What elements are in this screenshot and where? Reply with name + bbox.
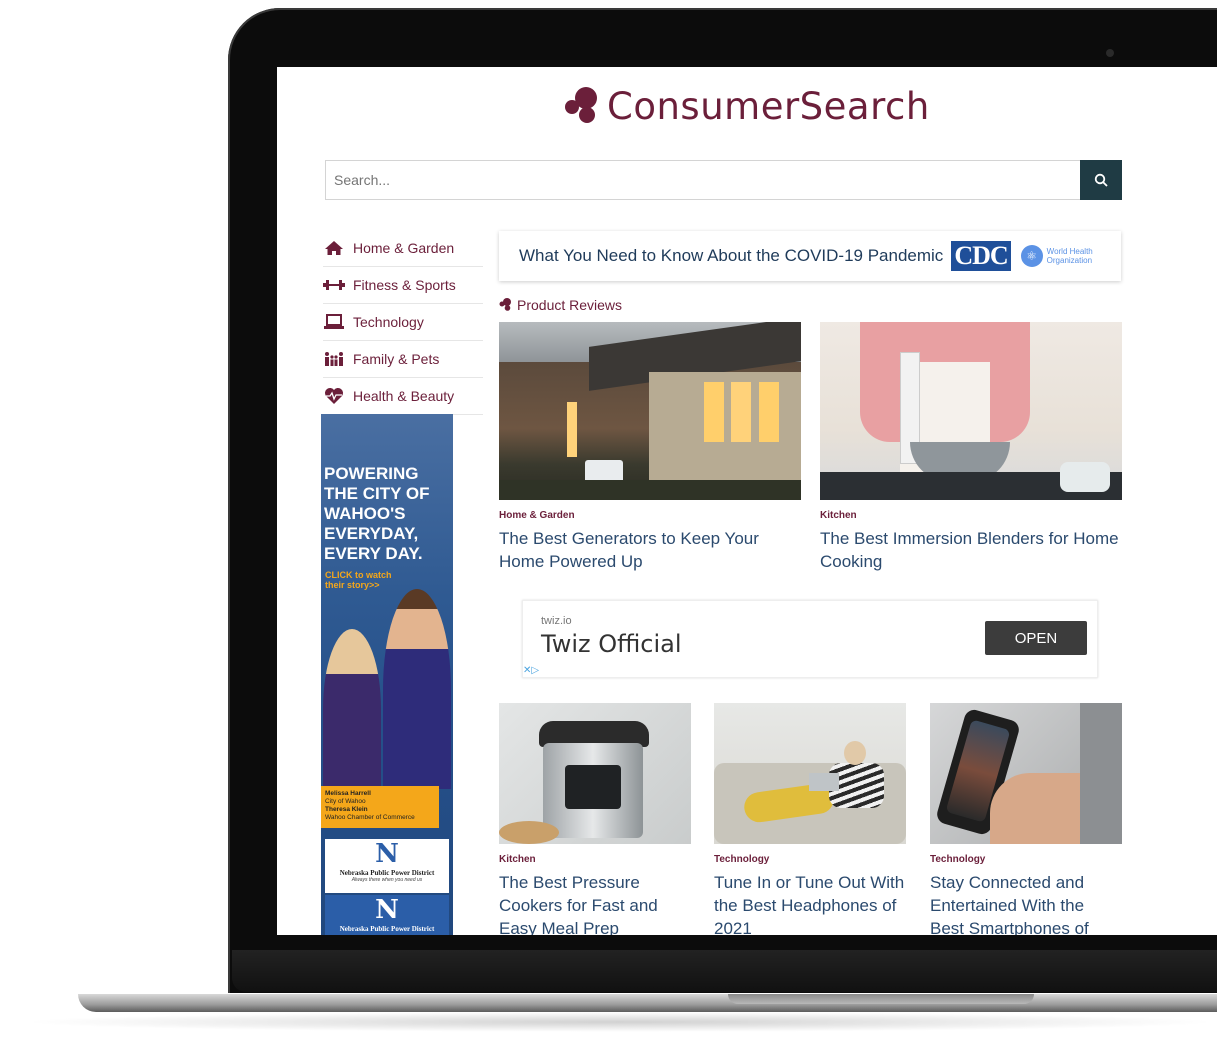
ad-caption: Melissa Harrell City of Wahoo Theresa Kl… (321, 786, 439, 828)
laptop-chin (232, 950, 1217, 992)
ad-person-photo (323, 629, 381, 789)
article-image (820, 322, 1122, 500)
article-card[interactable]: Home & Garden The Best Generators to Kee… (499, 322, 801, 573)
search-button[interactable] (1080, 160, 1122, 200)
house-icon (323, 239, 345, 257)
family-icon (323, 350, 345, 368)
article-card[interactable]: Kitchen The Best Immersion Blenders for … (820, 322, 1122, 573)
article-title[interactable]: Stay Connected and Entertained With the … (930, 871, 1122, 935)
ad-title: Twiz Official (541, 630, 682, 658)
camera-icon (1106, 49, 1114, 57)
sidebar-item-label: Home & Garden (353, 240, 455, 256)
laptop-base-notch (728, 994, 1034, 1004)
browser-screen: ConsumerSearch Home & Garden Fitness & S… (277, 67, 1217, 935)
dumbbell-icon (323, 276, 345, 294)
article-title[interactable]: The Best Pressure Cookers for Fast and E… (499, 871, 691, 935)
search-input[interactable] (326, 161, 1121, 199)
sidebar-item-family-pets[interactable]: Family & Pets (323, 341, 483, 378)
laptop-base (78, 994, 1217, 1012)
ad-cta: CLICK to watch their story>> (325, 570, 392, 590)
site-logo[interactable]: ConsumerSearch (565, 85, 930, 128)
logo-dots-icon (565, 86, 603, 127)
logo-text: ConsumerSearch (607, 85, 930, 128)
article-image (499, 322, 801, 500)
sidebar-item-label: Family & Pets (353, 351, 440, 367)
article-category: Kitchen (820, 510, 857, 521)
ad-domain: twiz.io (541, 615, 572, 627)
sidebar-item-home-garden[interactable]: Home & Garden (323, 230, 483, 267)
article-category: Technology (930, 854, 986, 865)
sidebar-item-health-beauty[interactable]: Health & Beauty (323, 378, 483, 415)
sidebar-item-label: Fitness & Sports (353, 277, 456, 293)
adchoices-icon[interactable]: ✕▷ (523, 665, 539, 676)
covid-banner-text: What You Need to Know About the COVID-19… (519, 246, 944, 265)
ad-open-button[interactable]: OPEN (985, 621, 1087, 655)
sidebar-item-label: Health & Beauty (353, 388, 455, 404)
article-image (499, 703, 691, 844)
ad-person-photo (383, 589, 451, 789)
laptop-icon (323, 313, 345, 331)
heartbeat-icon (323, 387, 345, 405)
search-bar (325, 160, 1121, 200)
article-card[interactable]: Technology Stay Connected and Entertaine… (930, 703, 1122, 935)
category-sidebar: Home & Garden Fitness & Sports Technolog… (323, 230, 483, 415)
who-emblem-icon: ⚛ (1020, 245, 1043, 267)
article-image (714, 703, 906, 844)
who-logo: ⚛ World Health Organization (1020, 245, 1093, 267)
section-heading: Product Reviews (499, 297, 622, 313)
article-title[interactable]: The Best Generators to Keep Your Home Po… (499, 527, 801, 573)
laptop-shadow (20, 1012, 1217, 1032)
article-image (930, 703, 1122, 844)
ad-headline: POWERING THE CITY OF WAHOO'S EVERYDAY, E… (324, 464, 430, 563)
article-title[interactable]: The Best Immersion Blenders for Home Coo… (820, 527, 1122, 573)
logo-dots-icon (499, 298, 511, 311)
ad-banner-left[interactable]: POWERING THE CITY OF WAHOO'S EVERYDAY, E… (321, 414, 453, 935)
article-category: Home & Garden (499, 510, 575, 521)
npp-logo-icon: N (375, 839, 399, 869)
sponsor-logo: N Nebraska Public Power District Always … (325, 839, 449, 893)
article-category: Technology (714, 854, 770, 865)
sponsor-logo-repeat: N Nebraska Public Power District (325, 895, 449, 935)
sidebar-item-label: Technology (353, 314, 424, 330)
npp-logo-icon: N (375, 895, 399, 925)
cdc-logo-icon: CDC (951, 241, 1011, 271)
article-card[interactable]: Technology Tune In or Tune Out With the … (714, 703, 906, 935)
ad-banner-mid[interactable]: twiz.io Twiz Official OPEN ✕▷ (522, 600, 1098, 678)
search-icon (1094, 173, 1108, 187)
sidebar-item-fitness-sports[interactable]: Fitness & Sports (323, 267, 483, 304)
article-title[interactable]: Tune In or Tune Out With the Best Headph… (714, 871, 906, 935)
sidebar-item-technology[interactable]: Technology (323, 304, 483, 341)
covid-banner[interactable]: What You Need to Know About the COVID-19… (499, 231, 1121, 281)
article-category: Kitchen (499, 854, 536, 865)
article-card[interactable]: Kitchen The Best Pressure Cookers for Fa… (499, 703, 691, 935)
